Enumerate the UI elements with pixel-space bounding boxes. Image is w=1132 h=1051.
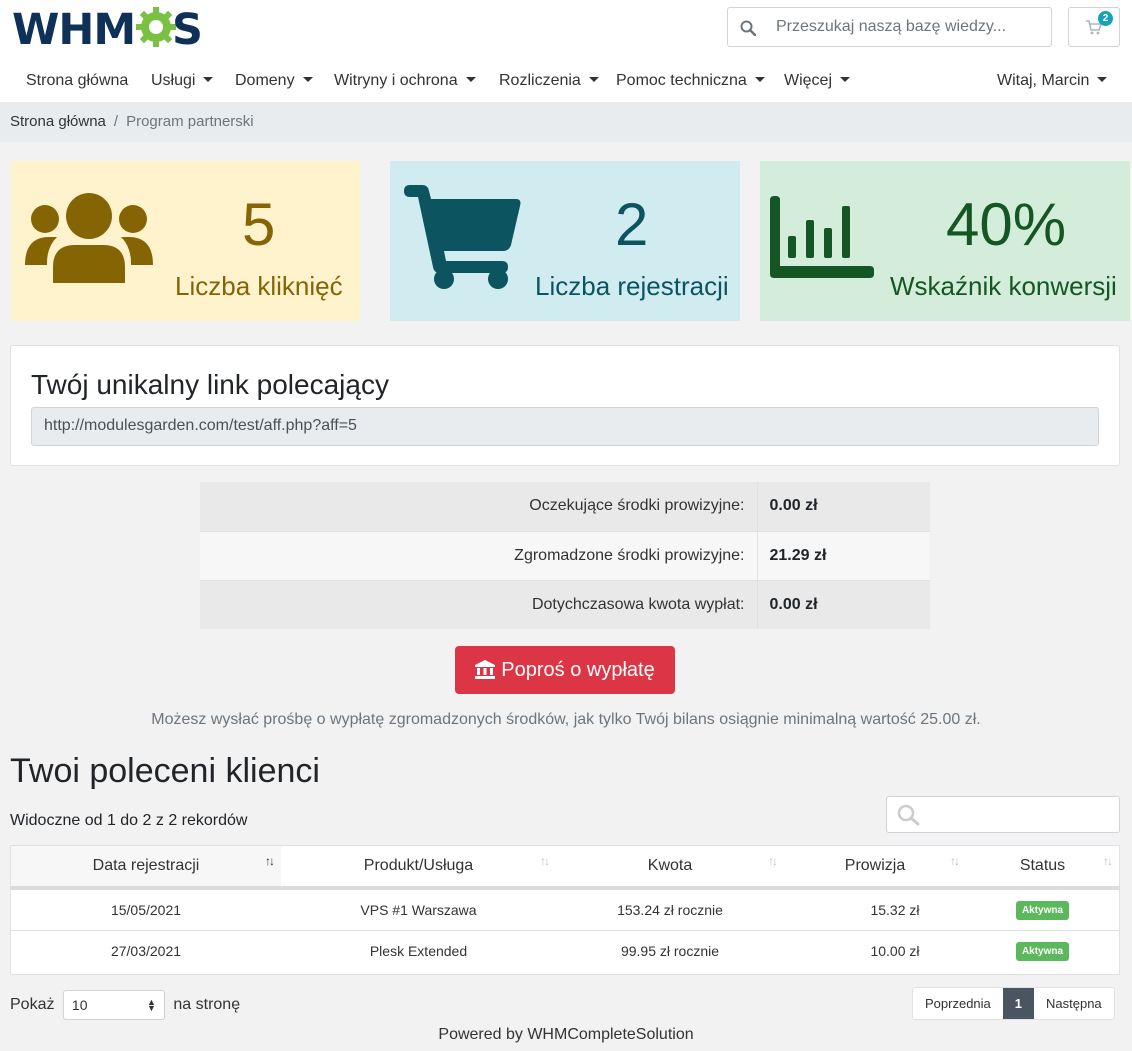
nav-home[interactable]: Strona główna xyxy=(26,72,128,90)
referral-link-card: Twój unikalny link polecający http://mod… xyxy=(10,345,1120,466)
stat-clicks: 5 Liczba kliknięć xyxy=(11,161,360,321)
cell-product: Plesk Extended xyxy=(281,929,556,972)
referred-clients-title: Twoi poleceni klienci xyxy=(10,752,320,790)
table-row: 27/03/2021 Plesk Extended 99.95 zł roczn… xyxy=(11,929,1119,972)
chevron-down-icon xyxy=(754,77,765,82)
pagination-next[interactable]: Następna xyxy=(1034,988,1114,1019)
page-length-select[interactable]: 10 ▲ ▼ xyxy=(62,990,165,1020)
stat-signups: 2 Liczba rejestracji xyxy=(390,161,740,321)
commission-pending-value: 0.00 zł xyxy=(757,482,930,531)
shopping-cart-icon xyxy=(404,185,521,289)
page-length-value: 10 xyxy=(71,997,88,1013)
pagination-previous[interactable]: Poprzednia xyxy=(913,988,1003,1019)
status-badge: Aktywna xyxy=(1015,942,1070,962)
page-length-suffix: na stronę xyxy=(173,996,241,1014)
cart-count-badge: 2 xyxy=(1098,11,1113,26)
column-header-status[interactable]: Status ↑↓ xyxy=(966,846,1119,890)
chart-bar-icon xyxy=(770,196,874,278)
commission-withdrawn-value: 0.00 zł xyxy=(757,579,930,629)
table-row: Zgromadzone środki prowizyjne: 21.29 zł xyxy=(200,530,930,580)
cell-signup-date: 27/03/2021 xyxy=(11,929,281,972)
table-records-info: Widoczne od 1 do 2 z 2 rekordów xyxy=(10,812,248,829)
cell-signup-date: 15/05/2021 xyxy=(11,887,281,930)
table-row: 15/05/2021 VPS #1 Warszawa 153.24 zł roc… xyxy=(11,887,1119,930)
nav-more[interactable]: Więcej xyxy=(784,72,851,90)
column-header-commission[interactable]: Prowizja ↑↓ xyxy=(784,846,966,890)
cell-product: VPS #1 Warszawa xyxy=(281,887,556,930)
cell-commission: 15.32 zł xyxy=(784,887,966,930)
search-icon xyxy=(740,20,756,36)
bank-icon xyxy=(475,660,496,679)
chevron-down-icon xyxy=(302,77,313,82)
top-header: WHM S Przeszukaj naszą bazę wiedzy... 2 … xyxy=(0,0,1132,102)
svg-text:S: S xyxy=(172,6,202,50)
main-nav: Strona główna Usługi Domeny Witryny i oc… xyxy=(0,62,1132,102)
sort-icon: ↑↓ xyxy=(768,854,778,868)
commission-summary-table: Oczekujące środki prowizyjne: 0.00 zł Zg… xyxy=(200,482,930,629)
column-header-amount[interactable]: Kwota ↑↓ xyxy=(556,846,784,890)
footer-powered-by: Powered by WHMCompleteSolution xyxy=(438,1026,694,1043)
referral-link-field[interactable]: http://modulesgarden.com/test/aff.php?af… xyxy=(31,407,1099,446)
commission-pending-label: Oczekujące środki prowizyjne: xyxy=(200,482,758,531)
status-badge: Aktywna xyxy=(1015,900,1070,920)
nav-domains[interactable]: Domeny xyxy=(235,72,313,90)
breadcrumb: Strona główna / Program partnerski xyxy=(0,102,1132,142)
breadcrumb-home[interactable]: Strona główna xyxy=(10,113,106,130)
pagination: Poprzednia 1 Następna xyxy=(912,987,1115,1020)
payout-minimum-note: Możesz wysłać prośbę o wypłatę zgromadzo… xyxy=(151,711,981,728)
nav-support[interactable]: Pomoc techniczna xyxy=(616,72,765,90)
nav-user-menu[interactable]: Witaj, Marcin xyxy=(997,72,1108,90)
select-arrows-icon: ▲ ▼ xyxy=(147,997,156,1013)
commission-available-label: Zgromadzone środki prowizyjne: xyxy=(200,530,758,580)
sort-icon: ↑↓ xyxy=(1103,854,1113,868)
whmcs-logo[interactable]: WHM S xyxy=(12,5,203,55)
page-length-control: Pokaż 10 ▲ ▼ na stronę xyxy=(10,990,240,1020)
knowledgebase-search[interactable] xyxy=(727,7,1052,47)
commission-available-value: 21.29 zł xyxy=(757,530,930,580)
cell-amount: 153.24 zł rocznie xyxy=(556,887,784,930)
nav-billing[interactable]: Rozliczenia xyxy=(499,72,599,90)
cell-status: Aktywna xyxy=(966,887,1119,930)
stat-signups-label: Liczba rejestracji xyxy=(535,271,729,301)
sort-icon: ↑↓ xyxy=(950,854,960,868)
users-icon xyxy=(25,193,153,283)
table-row: Dotychczasowa kwota wypłat: 0.00 zł xyxy=(200,579,930,629)
referral-link-title: Twój unikalny link polecający xyxy=(31,369,389,400)
table-row: Oczekujące środki prowizyjne: 0.00 zł xyxy=(200,482,930,531)
cell-commission: 10.00 zł xyxy=(784,929,966,972)
stat-conversion-label: Wskaźnik konwersji xyxy=(890,271,1117,301)
nav-websites-security[interactable]: Witryny i ochrona xyxy=(334,72,476,90)
page-length-label: Pokaż xyxy=(10,996,55,1014)
breadcrumb-current: Program partnerski xyxy=(126,113,254,130)
chevron-down-icon xyxy=(1097,77,1108,82)
referred-clients-table: Data rejestracji ↑↓ Produkt/Usługa ↑↓ Kwot… xyxy=(10,845,1120,975)
cell-status: Aktywna xyxy=(966,929,1119,972)
stat-conversion: 40% Wskaźnik konwersji xyxy=(760,161,1130,321)
search-icon xyxy=(897,804,920,826)
request-payout-button[interactable]: Poproś o wypłatę xyxy=(455,646,675,694)
search-input[interactable] xyxy=(776,8,1046,46)
svg-text:WHM: WHM xyxy=(12,6,135,50)
commission-withdrawn-label: Dotychczasowa kwota wypłat: xyxy=(200,579,758,629)
pagination-page-1[interactable]: 1 xyxy=(1002,988,1035,1019)
table-filter-input[interactable] xyxy=(886,796,1120,833)
sort-icon: ↑↓ xyxy=(540,854,550,868)
cart-button[interactable]: 2 xyxy=(1068,7,1120,47)
sort-icon: ↑↓ xyxy=(265,854,275,868)
breadcrumb-separator: / xyxy=(113,113,119,130)
request-payout-label: Poproś o wypłatę xyxy=(501,659,655,681)
cell-amount: 99.95 zł rocznie xyxy=(556,929,784,972)
chevron-down-icon xyxy=(840,77,851,82)
nav-services[interactable]: Usługi xyxy=(151,72,214,90)
column-header-signup-date[interactable]: Data rejestracji ↑↓ xyxy=(11,846,281,890)
stat-clicks-value: 5 xyxy=(242,191,276,258)
column-header-product[interactable]: Produkt/Usługa ↑↓ xyxy=(281,846,556,890)
stat-clicks-label: Liczba kliknięć xyxy=(175,271,343,301)
stat-signups-value: 2 xyxy=(615,191,649,258)
stat-conversion-value: 40% xyxy=(946,191,1067,258)
chevron-down-icon xyxy=(588,77,599,82)
chevron-down-icon xyxy=(465,77,476,82)
chevron-down-icon xyxy=(203,77,214,82)
